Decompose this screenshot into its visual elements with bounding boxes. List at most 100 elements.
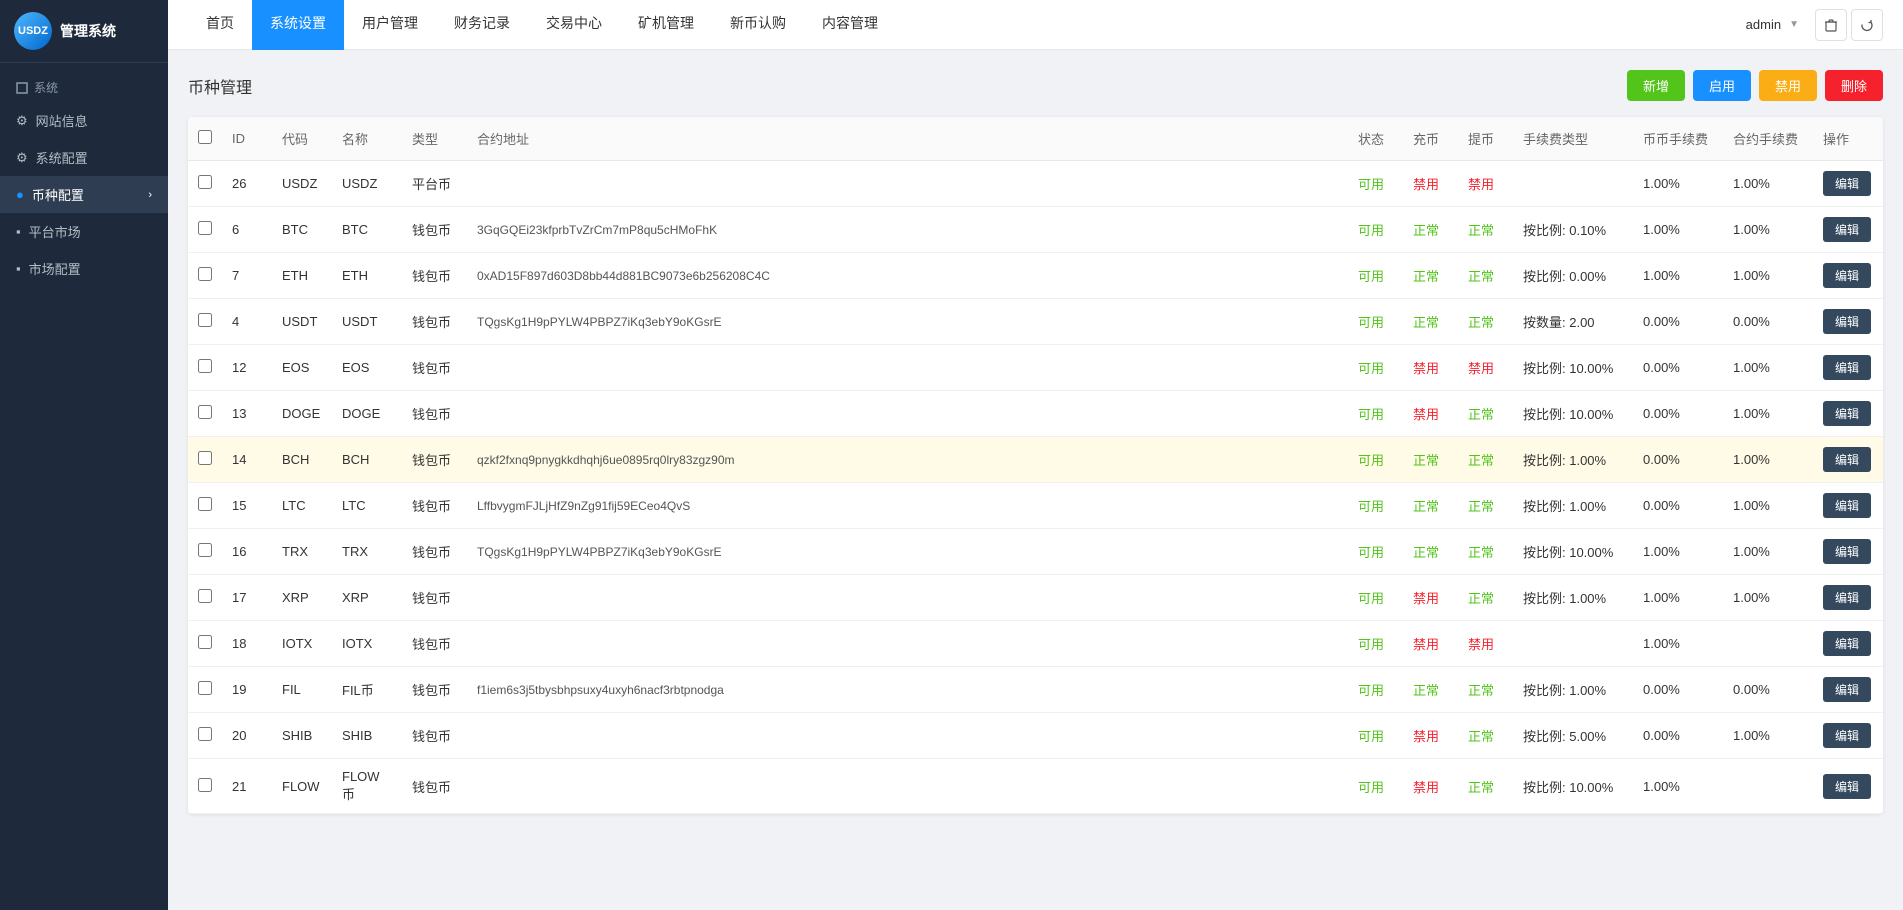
nav-item-user-management[interactable]: 用户管理 (344, 0, 436, 50)
sidebar-item-label: 系统配置 (36, 148, 88, 167)
row-checkbox-cell (188, 575, 222, 621)
table-row: 14 BCH BCH 钱包币 qzkf2fxnq9pnygkkdhqhj6ue0… (188, 437, 1883, 483)
row-checkbox[interactable] (198, 778, 212, 792)
row-code: IOTX (272, 621, 332, 667)
edit-button[interactable]: 编辑 (1823, 493, 1871, 518)
nav-item-finance-records[interactable]: 财务记录 (436, 0, 528, 50)
delete-nav-button[interactable] (1815, 9, 1847, 41)
edit-button[interactable]: 编辑 (1823, 447, 1871, 472)
nav-item-new-coin[interactable]: 新币认购 (712, 0, 804, 50)
row-address (467, 621, 1348, 667)
row-status: 可用 (1348, 483, 1403, 529)
enable-button[interactable]: 启用 (1693, 70, 1751, 101)
row-checkbox[interactable] (198, 175, 212, 189)
row-fee-type: 按比例: 1.00% (1513, 437, 1633, 483)
sidebar-item-system-config[interactable]: ⚙ 系统配置 (0, 139, 168, 176)
select-all-checkbox[interactable] (198, 130, 212, 144)
table-row: 18 IOTX IOTX 钱包币 可用 禁用 禁用 1.00% 编辑 (188, 621, 1883, 667)
row-charge: 正常 (1403, 529, 1458, 575)
edit-button[interactable]: 编辑 (1823, 539, 1871, 564)
add-button[interactable]: 新增 (1627, 70, 1685, 101)
row-code: FLOW (272, 759, 332, 814)
row-contract-fee: 0.00% (1723, 299, 1813, 345)
delete-button[interactable]: 删除 (1825, 70, 1883, 101)
row-charge: 正常 (1403, 667, 1458, 713)
row-checkbox[interactable] (198, 359, 212, 373)
row-fee-type: 按比例: 0.00% (1513, 253, 1633, 299)
row-checkbox[interactable] (198, 451, 212, 465)
row-charge: 禁用 (1403, 713, 1458, 759)
edit-button[interactable]: 编辑 (1823, 355, 1871, 380)
row-name: SHIB (332, 713, 402, 759)
row-name: DOGE (332, 391, 402, 437)
edit-button[interactable]: 编辑 (1823, 171, 1871, 196)
sidebar-item-market-config[interactable]: ▪ 市场配置 (0, 250, 168, 287)
row-status: 可用 (1348, 667, 1403, 713)
row-checkbox[interactable] (198, 267, 212, 281)
row-name: EOS (332, 345, 402, 391)
edit-button[interactable]: 编辑 (1823, 309, 1871, 334)
refresh-icon (1860, 18, 1874, 32)
row-fee-type: 按比例: 10.00% (1513, 759, 1633, 814)
row-charge: 正常 (1403, 253, 1458, 299)
th-withdraw: 提币 (1458, 117, 1513, 161)
row-checkbox[interactable] (198, 681, 212, 695)
row-name: ETH (332, 253, 402, 299)
row-code: USDZ (272, 161, 332, 207)
edit-button[interactable]: 编辑 (1823, 217, 1871, 242)
row-checkbox-cell (188, 483, 222, 529)
app-layout: USDZ 管理系统 系统 ⚙ 网站信息 ⚙ 系统配置 ● 币种配置 (0, 0, 1903, 910)
row-checkbox[interactable] (198, 635, 212, 649)
row-fee-type (1513, 621, 1633, 667)
row-checkbox[interactable] (198, 313, 212, 327)
edit-button[interactable]: 编辑 (1823, 263, 1871, 288)
row-fee-type: 按比例: 10.00% (1513, 391, 1633, 437)
edit-button[interactable]: 编辑 (1823, 631, 1871, 656)
edit-button[interactable]: 编辑 (1823, 401, 1871, 426)
sidebar-item-coin-config[interactable]: ● 币种配置 › (0, 176, 168, 213)
th-code: 代码 (272, 117, 332, 161)
nav-item-trading-center[interactable]: 交易中心 (528, 0, 620, 50)
row-checkbox[interactable] (198, 543, 212, 557)
coin-table: ID 代码 名称 类型 合约地址 状态 充币 提币 手续费类型 币币手续费 合约… (188, 117, 1883, 814)
row-fee-type: 按比例: 0.10% (1513, 207, 1633, 253)
nav-item-system-settings[interactable]: 系统设置 (252, 0, 344, 50)
row-code: BTC (272, 207, 332, 253)
row-operation: 编辑 (1813, 161, 1883, 207)
sidebar-item-label: 平台市场 (29, 222, 81, 241)
row-contract-fee (1723, 621, 1813, 667)
nav-item-home[interactable]: 首页 (188, 0, 252, 50)
logo-icon: USDZ (14, 12, 52, 50)
row-type: 钱包币 (402, 345, 467, 391)
row-charge: 正常 (1403, 483, 1458, 529)
row-checkbox[interactable] (198, 589, 212, 603)
row-checkbox-cell (188, 759, 222, 814)
row-checkbox[interactable] (198, 727, 212, 741)
row-checkbox-cell (188, 621, 222, 667)
row-checkbox[interactable] (198, 405, 212, 419)
sidebar-item-website-info[interactable]: ⚙ 网站信息 (0, 102, 168, 139)
row-coin-fee: 1.00% (1633, 529, 1723, 575)
sidebar-item-platform-market[interactable]: ▪ 平台市场 (0, 213, 168, 250)
edit-button[interactable]: 编辑 (1823, 774, 1871, 799)
edit-button[interactable]: 编辑 (1823, 723, 1871, 748)
refresh-nav-button[interactable] (1851, 9, 1883, 41)
disable-button[interactable]: 禁用 (1759, 70, 1817, 101)
row-id: 26 (222, 161, 272, 207)
nav-item-mining-management[interactable]: 矿机管理 (620, 0, 712, 50)
table-row: 15 LTC LTC 钱包币 LffbvygmFJLjHfZ9nZg91fij5… (188, 483, 1883, 529)
row-withdraw: 正常 (1458, 575, 1513, 621)
row-charge: 禁用 (1403, 391, 1458, 437)
nav-item-content-management[interactable]: 内容管理 (804, 0, 896, 50)
row-contract-fee: 1.00% (1723, 391, 1813, 437)
edit-button[interactable]: 编辑 (1823, 677, 1871, 702)
th-id: ID (222, 117, 272, 161)
row-contract-fee: 0.00% (1723, 667, 1813, 713)
admin-dropdown[interactable]: admin ▼ (1734, 17, 1811, 32)
row-id: 18 (222, 621, 272, 667)
edit-button[interactable]: 编辑 (1823, 585, 1871, 610)
row-checkbox-cell (188, 299, 222, 345)
row-checkbox[interactable] (198, 221, 212, 235)
table-row: 21 FLOW FLOW币 钱包币 可用 禁用 正常 按比例: 10.00% 1… (188, 759, 1883, 814)
row-checkbox[interactable] (198, 497, 212, 511)
